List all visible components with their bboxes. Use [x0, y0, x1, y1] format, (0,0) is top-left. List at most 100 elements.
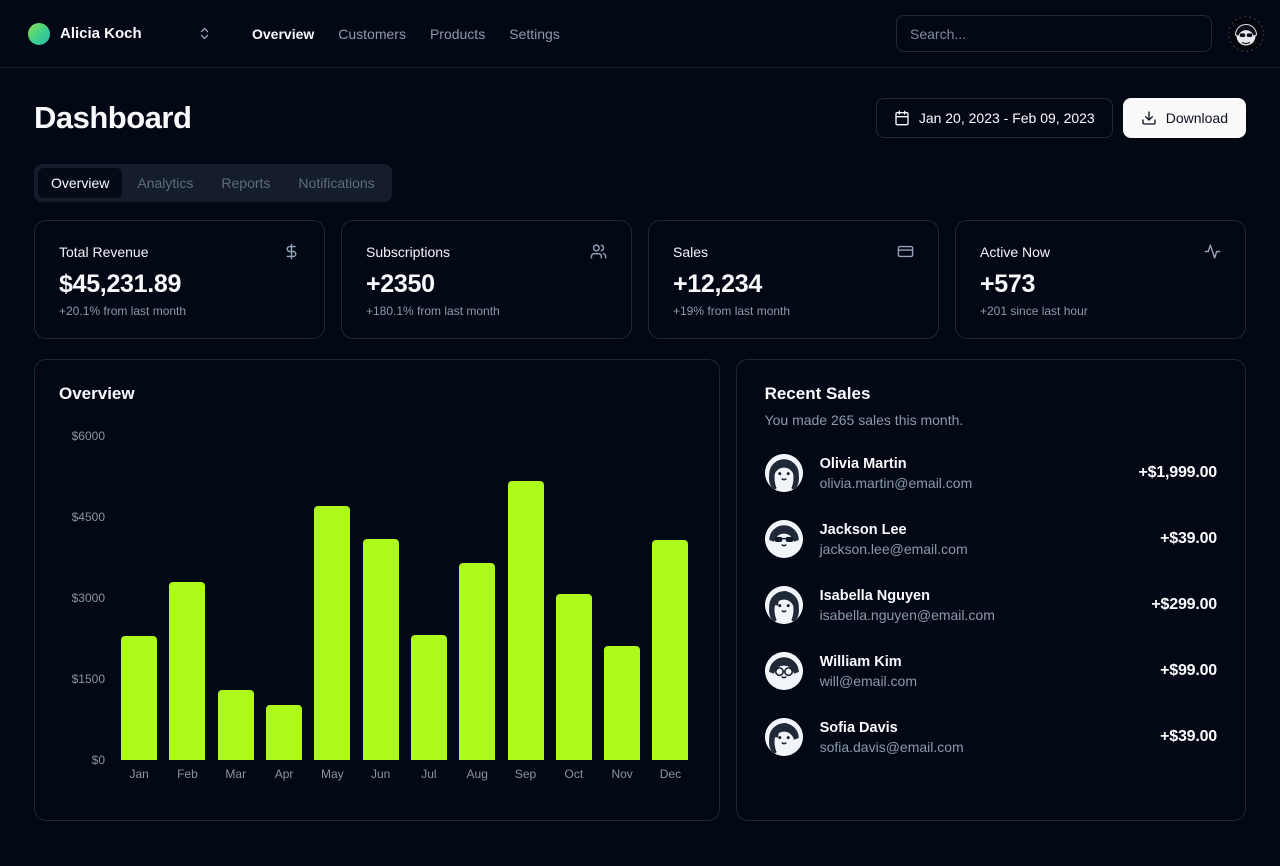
- users-icon: [590, 243, 607, 260]
- recent-sales-list: Olivia Martin olivia.martin@email.com +$1,…: [765, 454, 1217, 756]
- download-button[interactable]: Download: [1123, 98, 1246, 138]
- dollar-sign-icon: [283, 243, 300, 260]
- stat-card-subscriptions: Subscriptions +2350 +180.1% from last mont…: [341, 220, 632, 339]
- stat-card-sales: Sales +12,234 +19% from last month: [648, 220, 939, 339]
- nav-link-customers[interactable]: Customers: [338, 26, 406, 42]
- bar-chart: $6000$4500$3000$1500$0 JanFebMarAprMayJu…: [59, 436, 695, 781]
- sale-amount: +$299.00: [1151, 596, 1217, 614]
- x-tick-label: Nov: [598, 767, 646, 781]
- stat-note: +19% from last month: [673, 304, 914, 318]
- bar-jan: [121, 636, 157, 760]
- nav-link-settings[interactable]: Settings: [509, 26, 560, 42]
- x-tick-label: Feb: [163, 767, 211, 781]
- stat-title: Total Revenue: [59, 244, 149, 260]
- chart-y-axis: $6000$4500$3000$1500$0: [59, 436, 105, 760]
- x-tick-label: May: [308, 767, 356, 781]
- customer-email: olivia.martin@email.com: [820, 475, 973, 491]
- x-tick-label: Aug: [453, 767, 501, 781]
- x-tick-label: Jan: [115, 767, 163, 781]
- sofia-davis-avatar: [765, 718, 803, 756]
- overview-chart-card: Overview $6000$4500$3000$1500$0 JanFebMa…: [34, 359, 720, 821]
- page-title: Dashboard: [34, 100, 191, 136]
- sale-row-sofia-davis: Sofia Davissofia.davis@email.com+$39.00: [765, 718, 1217, 756]
- bar-aug: [459, 563, 495, 760]
- user-avatar: [1228, 16, 1264, 52]
- bar-jul: [411, 635, 447, 760]
- sale-amount: +$39.00: [1160, 728, 1217, 746]
- customer-name: Isabella Nguyen: [820, 588, 995, 604]
- stat-card-active-now: Active Now +573 +201 since last hour: [955, 220, 1246, 339]
- jackson-lee-avatar: [765, 520, 803, 558]
- x-tick-label: Apr: [260, 767, 308, 781]
- activity-icon: [1204, 243, 1221, 260]
- sale-row-jackson-lee: Jackson Leejackson.lee@email.com+$39.00: [765, 520, 1217, 558]
- top-nav-bar: Alicia Koch Overview Customers Products Set…: [0, 0, 1280, 68]
- chevrons-up-down-icon: [197, 26, 212, 41]
- stat-cards: Total Revenue$45,231.89+20.1% from last …: [34, 220, 1246, 339]
- y-tick-label: $3000: [72, 591, 105, 605]
- stat-note: +20.1% from last month: [59, 304, 300, 318]
- user-menu-button[interactable]: [1228, 16, 1264, 52]
- bar-nov: [604, 646, 640, 760]
- bar-oct: [556, 594, 592, 760]
- dashboard-page: Dashboard Jan 20, 2023 - Feb 09, 2023 Do…: [0, 68, 1280, 821]
- stat-note: +180.1% from last month: [366, 304, 607, 318]
- sale-row-isabella-nguyen: Isabella Nguyenisabella.nguyen@email.com…: [765, 586, 1217, 624]
- bar-mar: [218, 690, 254, 760]
- stat-value: +2350: [366, 270, 607, 299]
- william-kim-avatar: [765, 652, 803, 690]
- stat-title: Subscriptions: [366, 244, 450, 260]
- isabella-nguyen-avatar: [765, 586, 803, 624]
- olivia-martin-avatar: [765, 454, 803, 492]
- y-tick-label: $0: [92, 753, 105, 767]
- stat-value: +573: [980, 270, 1221, 299]
- y-tick-label: $6000: [72, 429, 105, 443]
- y-tick-label: $4500: [72, 510, 105, 524]
- stat-note: +201 since last hour: [980, 304, 1221, 318]
- sale-amount: +$39.00: [1160, 530, 1217, 548]
- chart-plot-area: [115, 436, 695, 760]
- search-input[interactable]: [896, 15, 1212, 52]
- bar-sep: [508, 481, 544, 760]
- bar-apr: [266, 705, 302, 760]
- x-tick-label: Jul: [405, 767, 453, 781]
- dashboard-tabs: OverviewAnalyticsReportsNotifications: [34, 164, 392, 202]
- tab-overview[interactable]: Overview: [38, 168, 122, 198]
- tab-analytics[interactable]: Analytics: [124, 168, 206, 198]
- chart-title: Overview: [59, 384, 695, 404]
- chart-x-axis: JanFebMarAprMayJunJulAugSepOctNovDec: [115, 767, 695, 781]
- x-tick-label: Sep: [501, 767, 549, 781]
- team-avatar: [28, 23, 50, 45]
- calendar-icon: [894, 110, 910, 126]
- main-nav: Overview Customers Products Settings: [252, 26, 560, 42]
- team-name: Alicia Koch: [60, 25, 142, 42]
- stat-title: Active Now: [980, 244, 1050, 260]
- tab-reports[interactable]: Reports: [208, 168, 283, 198]
- tab-notifications[interactable]: Notifications: [285, 168, 387, 198]
- nav-link-products[interactable]: Products: [430, 26, 485, 42]
- stat-value: +12,234: [673, 270, 914, 299]
- credit-card-icon: [897, 243, 914, 260]
- sale-amount: +$99.00: [1160, 662, 1217, 680]
- date-range-label: Jan 20, 2023 - Feb 09, 2023: [919, 110, 1095, 126]
- sale-row-olivia-martin: Olivia Martin olivia.martin@email.com +$1,…: [765, 454, 1217, 492]
- sale-row-william-kim: William Kim will@email.com +$99.00: [765, 652, 1217, 690]
- sale-amount: +$1,999.00: [1138, 464, 1217, 482]
- recent-sales-title: Recent Sales: [765, 384, 1217, 404]
- nav-link-overview[interactable]: Overview: [252, 26, 314, 42]
- bar-feb: [169, 582, 205, 760]
- customer-email: will@email.com: [820, 673, 917, 689]
- x-tick-label: Mar: [212, 767, 260, 781]
- x-tick-label: Oct: [550, 767, 598, 781]
- customer-name: Olivia Martin: [820, 456, 973, 472]
- download-label: Download: [1166, 110, 1228, 126]
- x-tick-label: Dec: [646, 767, 694, 781]
- date-range-picker[interactable]: Jan 20, 2023 - Feb 09, 2023: [876, 98, 1113, 138]
- team-switcher[interactable]: Alicia Koch: [24, 17, 216, 51]
- recent-sales-card: Recent Sales You made 265 sales this mon…: [736, 359, 1246, 821]
- download-icon: [1141, 110, 1157, 126]
- bar-dec: [652, 540, 688, 760]
- stat-card-total-revenue: Total Revenue$45,231.89+20.1% from last …: [34, 220, 325, 339]
- stat-title: Sales: [673, 244, 708, 260]
- customer-name: William Kim: [820, 654, 917, 670]
